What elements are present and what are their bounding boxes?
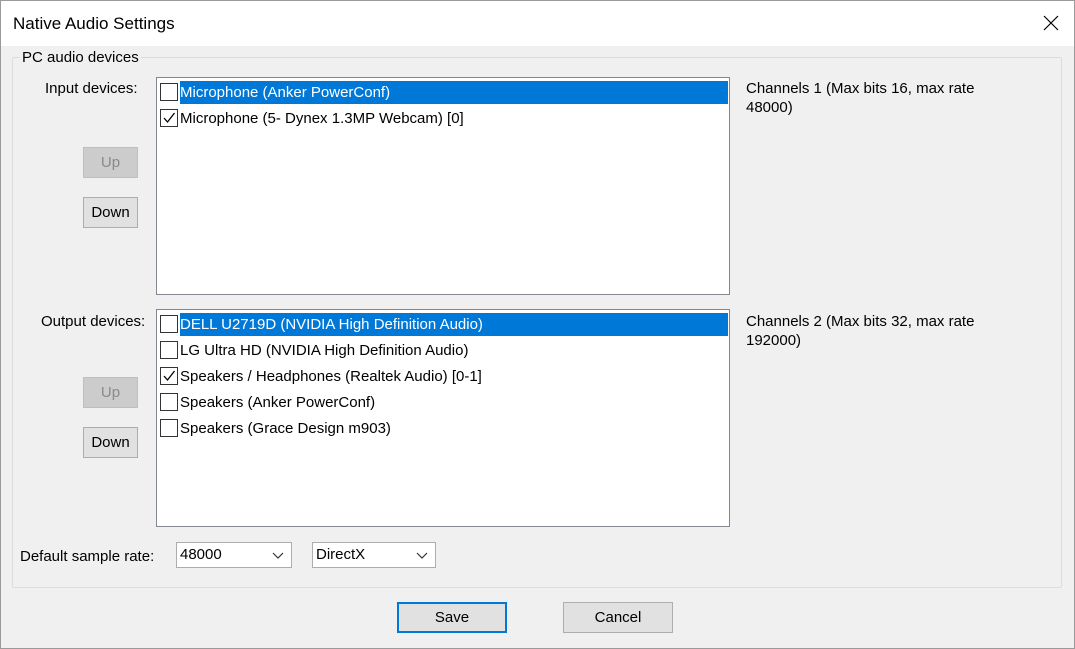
device-label: Speakers / Headphones (Realtek Audio) [0… [180,367,482,385]
chevron-down-icon [416,552,428,559]
sample-rate-label: Default sample rate: [20,548,155,565]
list-item[interactable]: DELL U2719D (NVIDIA High Definition Audi… [158,311,728,337]
sample-rate-value: 48000 [180,546,222,563]
title-bar: Native Audio Settings [1,1,1074,46]
output-down-button[interactable]: Down [83,427,138,458]
window-title: Native Audio Settings [13,14,175,33]
chevron-down-icon [272,552,284,559]
output-devices-label: Output devices: [41,313,146,330]
input-channel-info: Channels 1 (Max bits 16, max rate [746,80,975,97]
save-button[interactable]: Save [397,602,507,633]
input-devices-label: Input devices: [45,80,138,97]
input-down-button[interactable]: Down [83,197,138,228]
device-label: Microphone (5- Dynex 1.3MP Webcam) [0] [180,109,464,127]
output-channel-info: Channels 2 (Max bits 32, max rate [746,313,975,330]
input-devices-list[interactable]: Microphone (Anker PowerConf) Microphone (… [156,77,730,295]
device-label: Microphone (Anker PowerConf) [180,80,728,104]
output-up-button[interactable]: Up [83,377,138,408]
list-item[interactable]: Microphone (5- Dynex 1.3MP Webcam) [0] [158,105,728,131]
sample-rate-select[interactable]: 48000 [176,542,292,568]
device-checkbox[interactable] [160,83,178,101]
list-item[interactable]: Speakers (Grace Design m903) [158,415,728,441]
input-up-button[interactable]: Up [83,147,138,178]
cancel-button[interactable]: Cancel [563,602,673,633]
close-button[interactable] [1028,1,1074,46]
list-item[interactable]: LG Ultra HD (NVIDIA High Definition Audi… [158,337,728,363]
device-checkbox[interactable] [160,419,178,437]
device-checkbox[interactable] [160,393,178,411]
input-channel-info-rate: 48000) [746,99,793,116]
device-checkbox[interactable] [160,109,178,127]
device-label: DELL U2719D (NVIDIA High Definition Audi… [180,312,728,336]
list-item[interactable]: Speakers / Headphones (Realtek Audio) [0… [158,363,728,389]
close-icon [1043,15,1059,31]
device-checkbox[interactable] [160,341,178,359]
device-label: LG Ultra HD (NVIDIA High Definition Audi… [180,341,469,359]
device-label: Speakers (Anker PowerConf) [180,393,376,411]
device-checkbox[interactable] [160,367,178,385]
device-label: Speakers (Grace Design m903) [180,419,391,437]
dialog-window: Native Audio Settings PC audio devices I… [0,0,1075,649]
check-icon [163,112,176,124]
list-item[interactable]: Speakers (Anker PowerConf) [158,389,728,415]
group-legend: PC audio devices [20,49,141,66]
driver-value: DirectX [316,546,366,563]
output-devices-list[interactable]: DELL U2719D (NVIDIA High Definition Audi… [156,309,730,527]
device-checkbox[interactable] [160,315,178,333]
driver-select[interactable]: DirectX [312,542,436,568]
output-channel-info-rate: 192000) [746,332,802,349]
check-icon [163,370,176,382]
list-item[interactable]: Microphone (Anker PowerConf) [158,79,728,105]
